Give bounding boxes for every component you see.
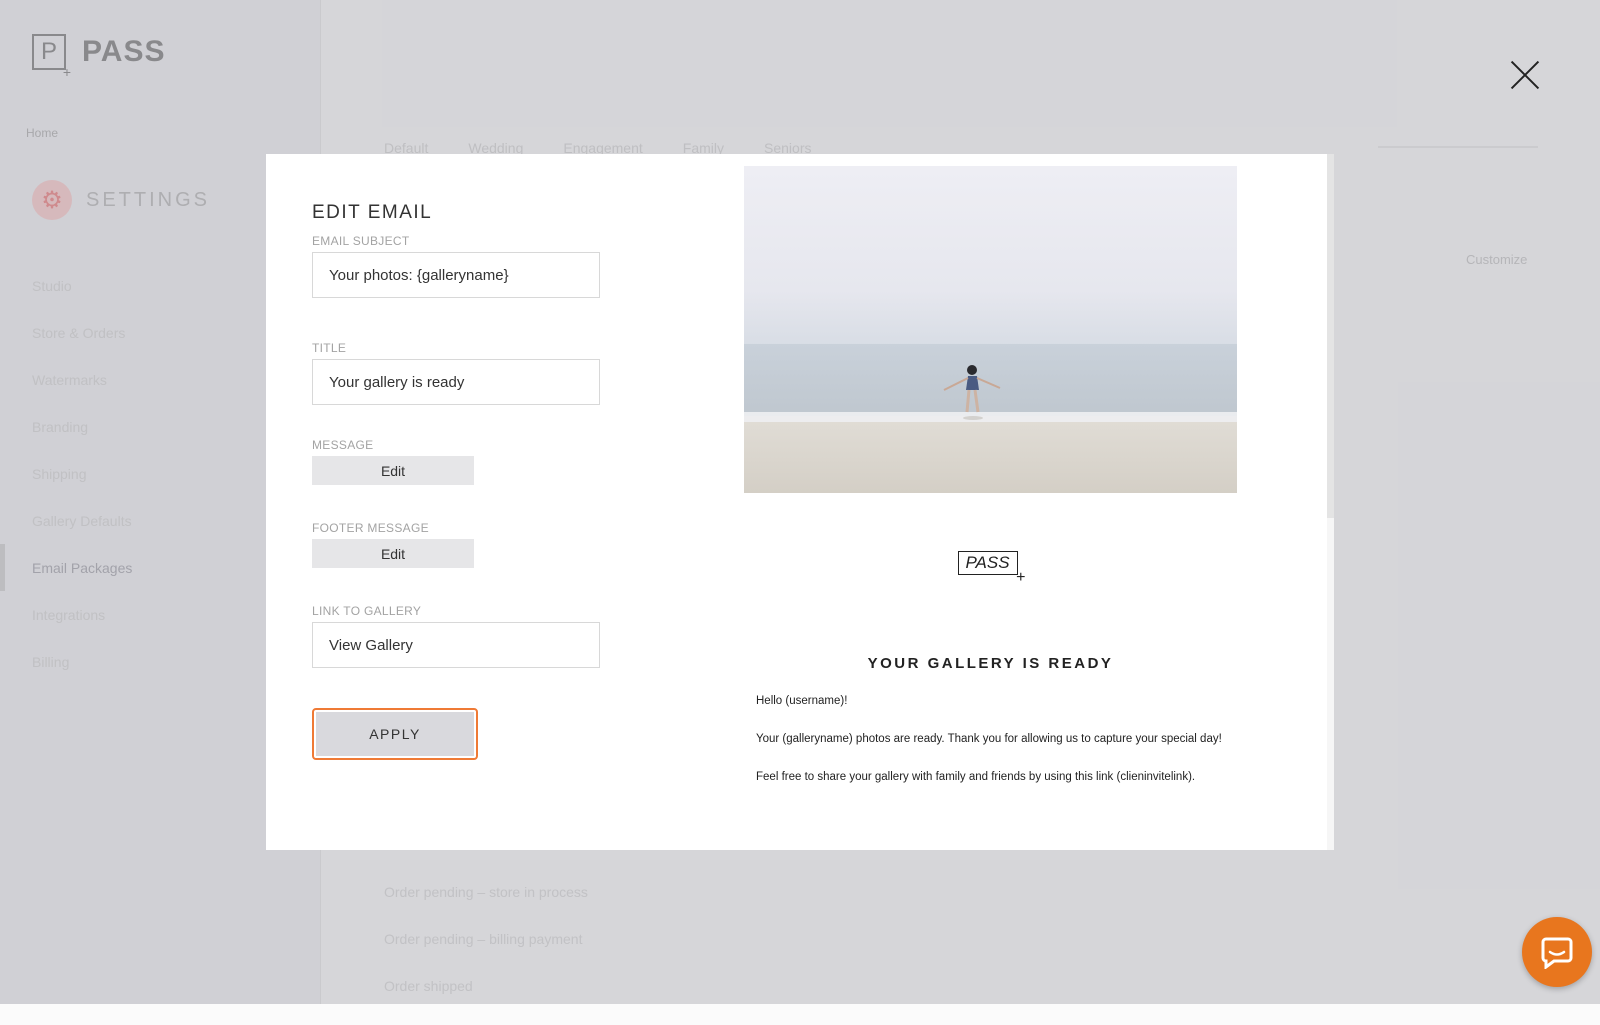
close-icon[interactable] [1510,60,1540,90]
title-label: TITLE [312,341,347,355]
email-paragraph: Your (galleryname) photos are ready. Tha… [756,733,1222,745]
scrollbar-thumb[interactable] [1327,154,1334,518]
plus-icon: + [1016,569,1026,586]
message-edit-button[interactable]: Edit [312,456,474,485]
footer-message-edit-button[interactable]: Edit [312,539,474,568]
footer-message-label: FOOTER MESSAGE [312,521,429,535]
email-paragraph: Feel free to share your gallery with fam… [756,771,1196,783]
email-subject-input[interactable] [312,252,600,298]
link-to-gallery-input[interactable] [312,622,600,668]
link-to-gallery-label: LINK TO GALLERY [312,604,422,618]
edit-email-modal: EDIT EMAIL EMAIL SUBJECT TITLE MESSAGE E… [266,154,1334,850]
apply-button[interactable]: APPLY [316,712,474,756]
chat-bubble-icon [1541,937,1573,969]
hero-image [744,166,1237,493]
brand-logo: PASS + [957,551,1026,586]
email-subject-label: EMAIL SUBJECT [312,234,410,248]
email-paragraph: Hello (username)! [756,695,848,707]
title-input[interactable] [312,359,600,405]
apply-focus-ring: APPLY [312,708,478,760]
modal-title: EDIT EMAIL [312,202,433,223]
email-body: Hello (username)! Your (galleryname) pho… [756,692,1225,786]
message-label: MESSAGE [312,438,374,452]
child-figure [943,365,1001,420]
email-heading: YOUR GALLERY IS READY [867,655,1114,672]
edit-email-form: EDIT EMAIL EMAIL SUBJECT TITLE MESSAGE E… [312,202,602,760]
chat-button[interactable] [1522,917,1592,987]
email-preview: PASS + YOUR GALLERY IS READY Hello (user… [744,166,1237,806]
